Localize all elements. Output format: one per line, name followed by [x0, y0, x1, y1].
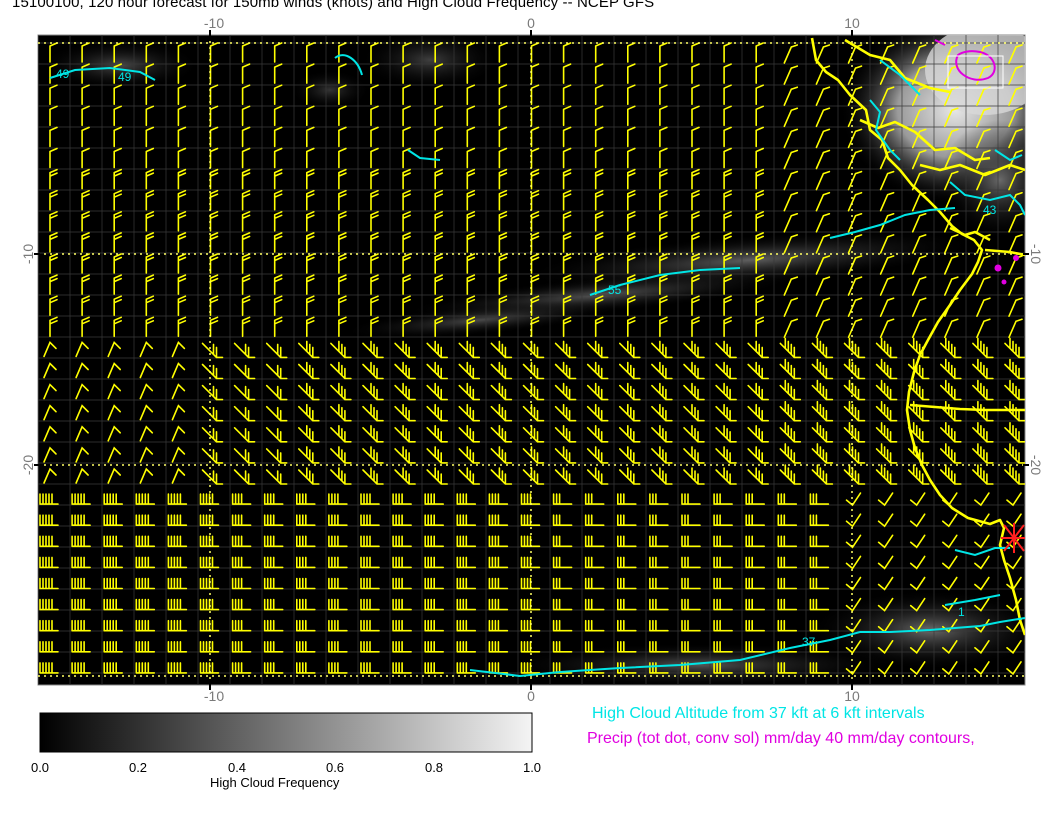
- cloud-altitude-note: High Cloud Altitude from 37 kft at 6 kft…: [592, 705, 925, 722]
- lon-tick-top: 10: [844, 15, 860, 31]
- lat-tick-right: -20: [1028, 455, 1044, 475]
- lon-tick-bottom: -10: [204, 688, 224, 704]
- lon-tick-bottom: 10: [844, 688, 860, 704]
- colorbar-tick: 0.2: [128, 760, 148, 775]
- colorbar-tick: 0.6: [325, 760, 345, 775]
- contour-label: 49: [118, 70, 132, 84]
- colorbar-tick: 0.4: [227, 760, 247, 775]
- colorbar-label: High Cloud Frequency: [210, 775, 340, 790]
- lat-tick-left: -20: [20, 455, 36, 475]
- colorbar-tick: 0.8: [424, 760, 444, 775]
- contour-label: 43: [983, 203, 997, 217]
- contour-label: 55: [608, 283, 622, 297]
- colorbar-tick: 1.0: [522, 760, 542, 775]
- precip-note: Precip (tot dot, conv sol) mm/day 40 mm/…: [587, 730, 975, 747]
- colorbar: [39, 712, 533, 753]
- map-title: 15100100, 120 hour forecast for 150mb wi…: [12, 0, 655, 11]
- lon-tick-top: -10: [204, 15, 224, 31]
- contour-label: 1: [958, 605, 965, 619]
- colorbar-tick: 0.0: [30, 760, 50, 775]
- contour-label: 49: [56, 67, 70, 81]
- location-marker: [1001, 523, 1025, 553]
- lat-tick-left: -10: [20, 244, 36, 264]
- contour-label: 37: [802, 635, 816, 649]
- lat-tick-right: -10: [1028, 244, 1044, 264]
- lon-tick-top: 0: [527, 15, 535, 31]
- lon-tick-bottom: 0: [527, 688, 535, 704]
- forecast-map: 49 49 55 37 43 1 -10 0 10 -10 0 10 -10 -…: [20, 15, 1044, 753]
